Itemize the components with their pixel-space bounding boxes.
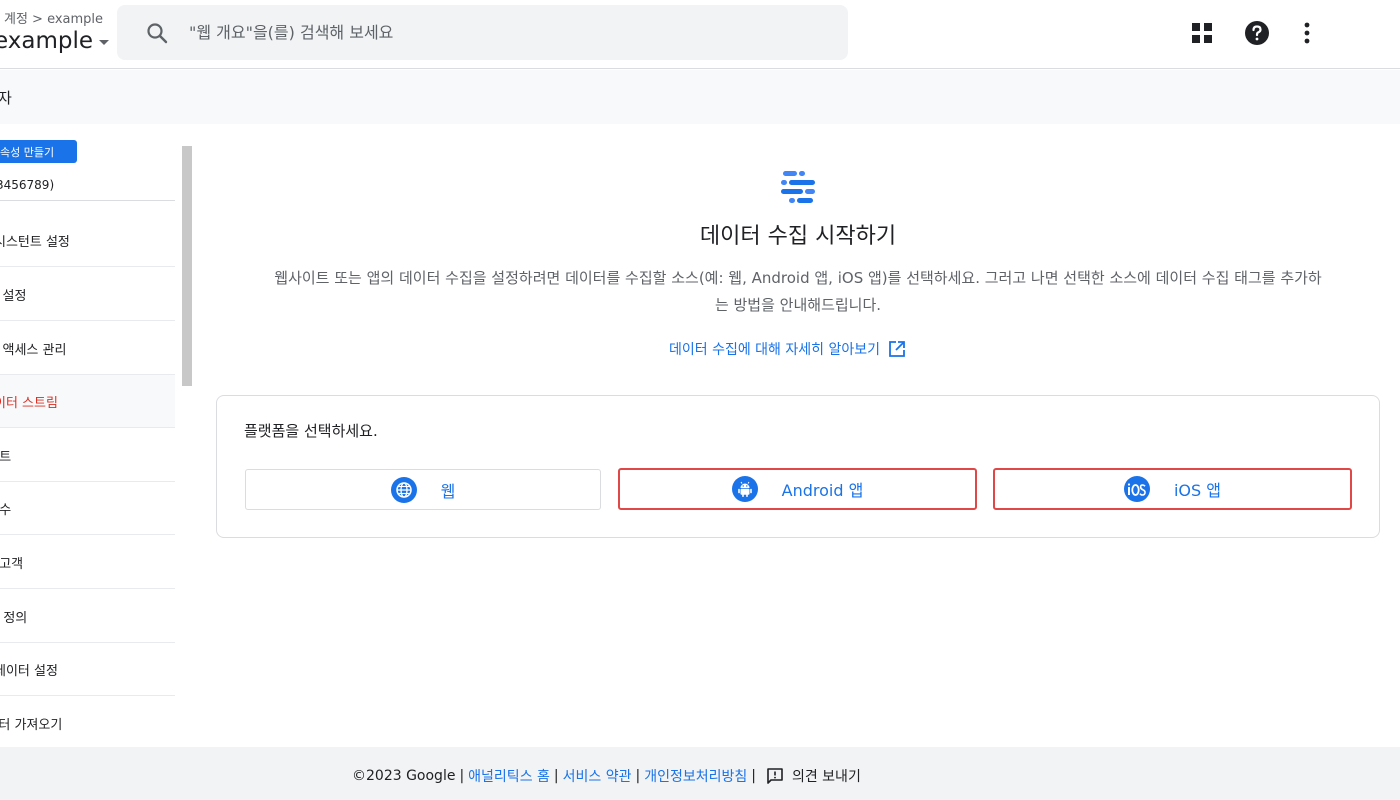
sidebar-item-custom-definitions[interactable]: ! 정의 <box>0 590 175 643</box>
property-id: 3456789) <box>0 178 55 192</box>
footer-links: ©2023 Google | 애널리틱스 홈 | 서비스 약관 | 개인정보처리… <box>352 766 861 786</box>
sidebar-item-label: ! 정의 <box>0 610 28 626</box>
sidebar-item-data-import[interactable]: |터 가져오기 <box>0 697 175 750</box>
help-icon[interactable] <box>1244 20 1270 46</box>
open-in-new-icon <box>889 341 905 357</box>
sidebar-item-data-streams[interactable]: 이터 스트림 <box>0 375 175 428</box>
account-selector[interactable]: example <box>0 28 109 54</box>
sidebar-item-audiences[interactable]: !고객 <box>0 536 175 589</box>
feedback-link[interactable]: 의견 보내기 <box>792 766 861 786</box>
ios-platform-label: iOS 앱 <box>1173 481 1221 500</box>
android-icon <box>731 476 758 502</box>
sidebar-item-label: |터 가져오기 <box>0 718 63 733</box>
feedback-icon[interactable] <box>766 767 784 785</box>
search-icon <box>147 22 168 43</box>
sidebar-item-conversions[interactable]: !수 <box>0 482 175 535</box>
learn-more-label: 데이터 수집에 대해 자세히 알아보기 <box>669 342 880 358</box>
caret-down-icon <box>99 40 109 45</box>
search-input[interactable] <box>189 23 789 42</box>
sidebar-item-label: !수 <box>0 502 12 518</box>
breadcrumb[interactable]: 계정 > example <box>4 8 103 27</box>
platform-prompt: 플랫폼을 선택하세요. <box>244 422 378 440</box>
footer-separator: | <box>459 768 465 784</box>
android-platform-label: Android 앱 <box>781 481 864 500</box>
footer-separator: | <box>751 768 756 784</box>
sidebar-item-label: !트 <box>0 449 12 465</box>
sidebar-item-label: !고객 <box>0 556 24 572</box>
page-description: 웹사이트 또는 앱의 데이터 수집을 설정하려면 데이터를 수집할 소스(예: … <box>274 269 1322 314</box>
account-name: example <box>0 28 93 54</box>
platform-card <box>216 395 1380 538</box>
analytics-home-link[interactable]: 애널리틱스 홈 <box>468 766 550 786</box>
sidebar-item-access-management[interactable]: | 액세스 관리 <box>0 322 175 375</box>
globe-icon <box>390 476 417 503</box>
web-platform-button[interactable]: 웹 <box>245 469 601 510</box>
learn-more-link[interactable]: 데이터 수집에 대해 자세히 알아보기 <box>669 339 906 359</box>
privacy-link[interactable]: 개인정보처리방침 <box>644 766 747 786</box>
sidebar-item-property-settings[interactable]: | 설정 <box>0 268 175 321</box>
footer-separator: | <box>553 768 559 784</box>
ios-icon <box>1123 476 1150 502</box>
apps-grid-icon[interactable] <box>1189 20 1215 46</box>
web-platform-label: 웹 <box>440 481 456 501</box>
ios-platform-button[interactable]: iOS 앱 <box>993 468 1352 510</box>
sidebar-item-label: 데이터 설정 <box>0 663 58 679</box>
more-vert-icon[interactable] <box>1294 20 1320 46</box>
sidebar-item-label: 이터 스트림 <box>0 395 58 411</box>
sidebar-item-label: | 설정 <box>0 288 27 304</box>
sidebar-item-events[interactable]: !트 <box>0 429 175 482</box>
android-platform-button[interactable]: Android 앱 <box>618 468 977 510</box>
sidebar-item-label: | 액세스 관리 <box>0 342 67 358</box>
terms-link[interactable]: 서비스 약관 <box>563 766 632 786</box>
admin-subheader <box>0 70 1400 124</box>
sidebar-scrollbar[interactable] <box>182 146 192 386</box>
sidebar-divider <box>0 200 175 201</box>
copyright: ©2023 Google <box>352 768 456 784</box>
data-streams-icon <box>781 171 815 203</box>
create-property-button[interactable]: 속성 만들기 <box>0 140 77 163</box>
search-bar[interactable] <box>117 5 848 60</box>
page-title: 데이터 수집 시작하기 <box>699 224 897 249</box>
subheader-title: 자 <box>0 89 12 107</box>
sidebar-item-data-settings[interactable]: 데이터 설정 <box>0 643 175 696</box>
footer-separator: | <box>635 768 641 784</box>
